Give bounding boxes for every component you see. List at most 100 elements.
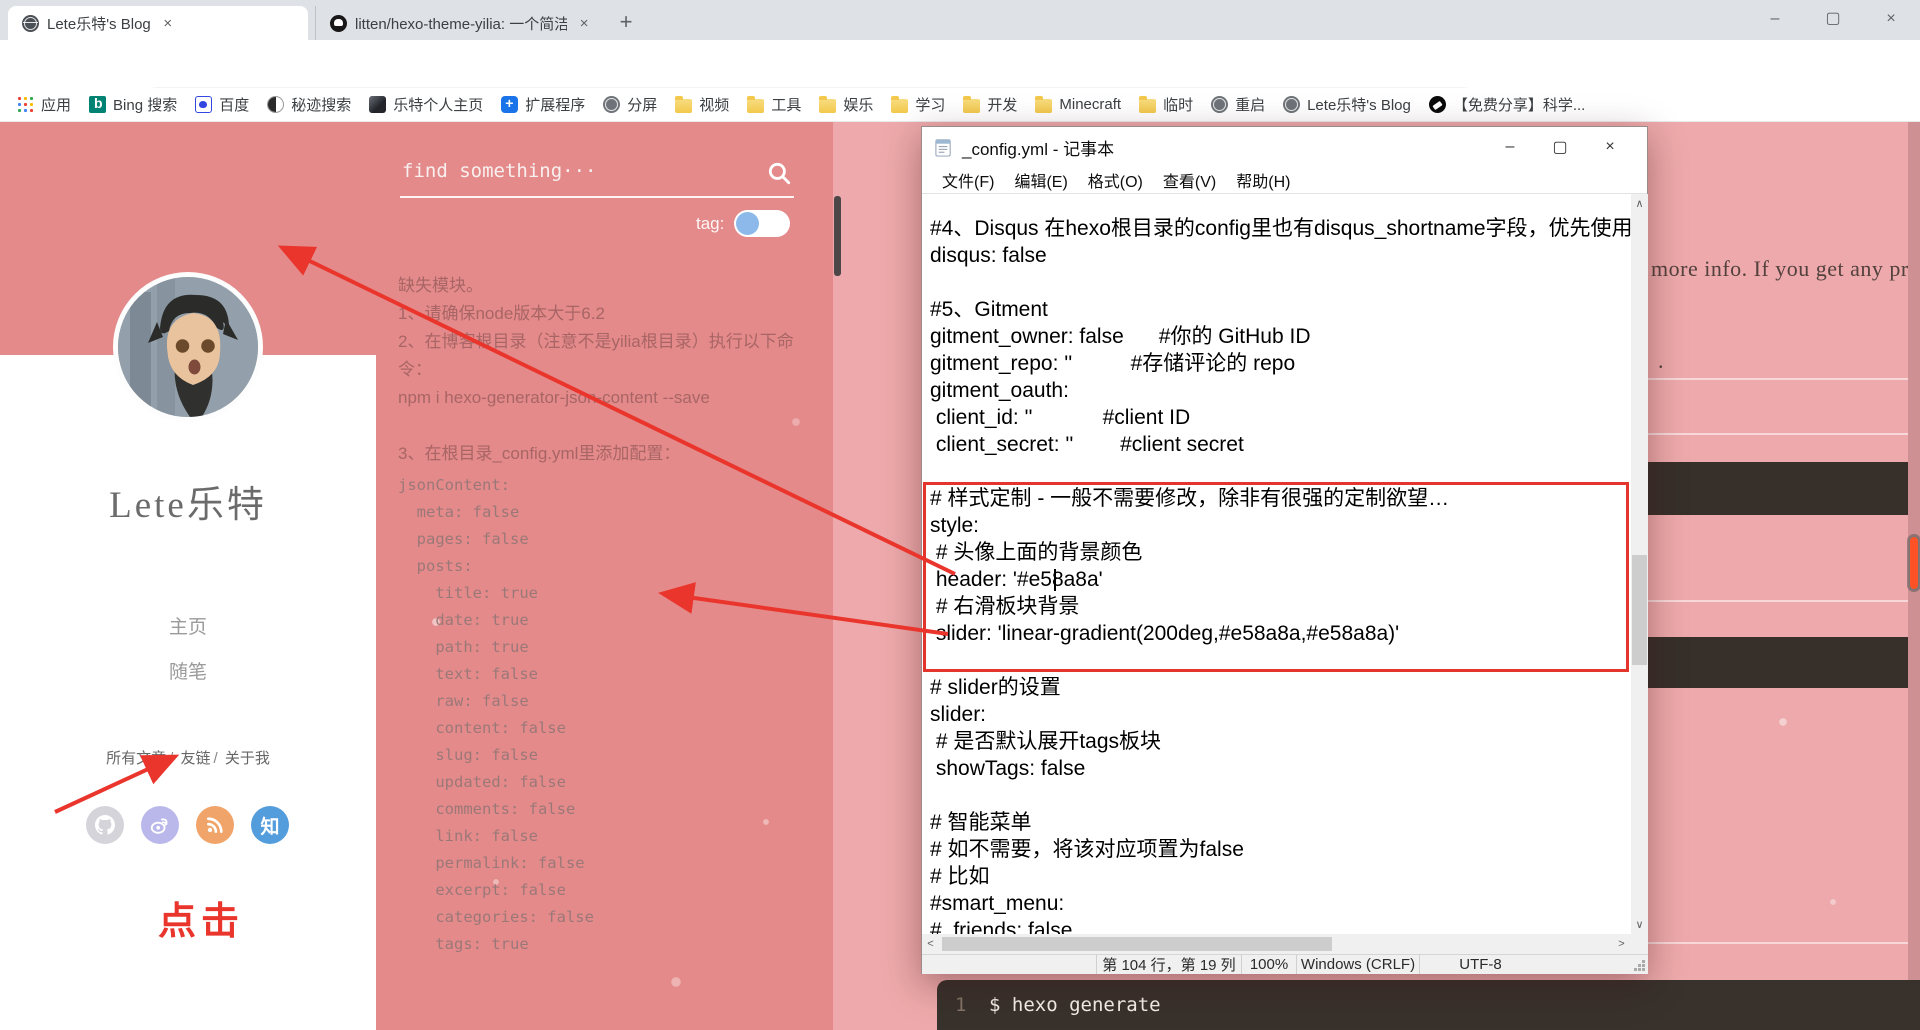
bookmark-label: 工具 — [771, 94, 801, 115]
bookmark-icon — [675, 99, 692, 113]
sidebar-links: 所有文章/ 友链/ 关于我 — [0, 747, 376, 768]
scroll-down-icon[interactable]: ∨ — [1631, 918, 1648, 931]
sidebar-nav-item[interactable]: 随笔 — [0, 657, 376, 684]
bookmark-item[interactable]: 工具 — [738, 93, 810, 117]
github-icon[interactable] — [86, 806, 124, 844]
link-separator: / — [211, 750, 221, 767]
bookmark-item[interactable]: 开发 — [954, 93, 1026, 117]
search-box[interactable]: find something··· — [400, 152, 794, 198]
tab-close-icon[interactable]: × — [575, 15, 593, 32]
tab-blog[interactable]: Lete乐特's Blog × — [8, 6, 308, 40]
bookmark-icon — [603, 96, 620, 113]
bookmark-icon — [501, 96, 518, 113]
content-divider — [1648, 433, 1908, 435]
bookmark-icon — [1283, 96, 1300, 113]
bookmark-item[interactable]: 【免费分享】科学... — [1420, 93, 1595, 117]
missing-module-notice: 缺失模块。 1、请确保node版本大于6.2 2、在博客根目录（注意不是yili… — [398, 272, 818, 468]
notepad-close-button[interactable]: × — [1585, 138, 1635, 156]
notepad-minimize-button[interactable]: – — [1485, 138, 1535, 156]
bookmark-item[interactable]: 临时 — [1130, 93, 1202, 117]
link-friends[interactable]: 友链 — [180, 750, 210, 767]
status-zoom: 100% — [1241, 955, 1296, 974]
anime-avatar-art — [118, 277, 263, 422]
bookmark-icon — [891, 99, 908, 113]
weibo-icon[interactable] — [141, 806, 179, 844]
scroll-up-icon[interactable]: ∧ — [1631, 197, 1648, 210]
bookmark-item[interactable]: 娱乐 — [810, 93, 882, 117]
status-spacer — [922, 955, 1096, 974]
bookmark-item[interactable]: 百度 — [186, 93, 258, 117]
bookmark-label: 分屏 — [627, 94, 657, 115]
sidebar-nav: 主页 随笔 — [0, 612, 376, 702]
scroll-left-icon[interactable]: < — [922, 938, 939, 950]
notepad-menu-item[interactable]: 文件(F) — [932, 168, 1004, 192]
profile-avatar-image[interactable] — [113, 272, 263, 422]
bookmark-item[interactable]: 学习 — [882, 93, 954, 117]
bookmark-item[interactable]: 应用 — [8, 93, 80, 117]
bookmark-item[interactable]: 秘迹搜索 — [258, 93, 360, 117]
screen: Lete乐特's Blog × litten/hexo-theme-yilia:… — [0, 0, 1920, 1030]
bookmark-item[interactable]: 乐特个人主页 — [360, 93, 492, 117]
bookmark-item[interactable]: 扩展程序 — [492, 93, 594, 117]
window-minimize-button[interactable]: – — [1746, 0, 1804, 40]
bookmark-label: 临时 — [1163, 94, 1193, 115]
json-content-config: jsonContent: meta: false pages: false po… — [398, 472, 594, 958]
scroll-right-icon[interactable]: > — [1613, 938, 1630, 950]
notepad-app-icon — [934, 138, 953, 157]
github-favicon-icon — [330, 15, 347, 32]
bookmark-label: 秘迹搜索 — [291, 94, 351, 115]
notepad-menu-item[interactable]: 编辑(E) — [1004, 168, 1077, 192]
globe-favicon-icon — [22, 15, 39, 32]
bookmark-item[interactable]: 分屏 — [594, 93, 666, 117]
link-separator: / — [166, 750, 176, 767]
bookmark-item[interactable]: Minecraft — [1026, 93, 1130, 117]
bookmark-label: 视频 — [699, 94, 729, 115]
bookmarks-bar: 应用 Bing 搜索 百度 秘迹搜索 乐特个人主页 — [0, 88, 1920, 122]
sidebar-nav-item[interactable]: 主页 — [0, 612, 376, 639]
tag-toggle[interactable] — [734, 210, 790, 237]
bookmark-icon — [747, 99, 764, 113]
notepad-hscroll-thumb[interactable] — [942, 937, 1332, 951]
window-close-button[interactable]: × — [1862, 0, 1920, 40]
notepad-vscroll-thumb[interactable] — [1632, 555, 1647, 665]
bookmark-icon — [195, 96, 212, 113]
tab-close-icon[interactable]: × — [159, 15, 177, 32]
terminal-command: $ hexo generate — [989, 994, 1161, 1016]
code-block-band — [1648, 462, 1908, 515]
zhihu-icon[interactable]: 知 — [251, 806, 289, 844]
bookmark-icon — [1211, 96, 1228, 113]
window-maximize-button[interactable]: ▢ — [1804, 0, 1862, 40]
bookmark-label: 开发 — [987, 94, 1017, 115]
link-all-posts[interactable]: 所有文章 — [106, 750, 166, 767]
bookmark-label: 百度 — [219, 94, 249, 115]
notepad-menu-item[interactable]: 格式(O) — [1078, 168, 1153, 192]
bookmark-label: 乐特个人主页 — [393, 94, 483, 115]
bookmark-label: Bing 搜索 — [113, 94, 177, 115]
bookmark-label: 应用 — [41, 94, 71, 115]
notepad-maximize-button[interactable]: ▢ — [1535, 137, 1585, 157]
browser-toolbar: ← → ⟳ ⓘ localhost:4000 文 ★ 1 V ✦ S ⋮ — [0, 40, 1920, 88]
new-tab-button[interactable]: + — [612, 10, 640, 36]
notepad-menu-item[interactable]: 查看(V) — [1153, 168, 1226, 192]
resize-grip[interactable] — [1541, 955, 1648, 974]
notepad-menubar: 文件(F)编辑(E)格式(O)查看(V)帮助(H) — [922, 167, 1647, 194]
rss-icon[interactable] — [196, 806, 234, 844]
bookmark-item[interactable]: 重启 — [1202, 93, 1274, 117]
bookmark-icon — [369, 96, 386, 113]
link-about-me[interactable]: 关于我 — [225, 750, 270, 767]
search-placeholder: find something··· — [402, 160, 596, 182]
bookmark-item[interactable]: Lete乐特's Blog — [1274, 93, 1420, 117]
search-icon[interactable] — [766, 160, 792, 191]
post-preview-text: more info. If you get any pr — [1651, 256, 1919, 282]
bookmark-item[interactable]: Bing 搜索 — [80, 93, 186, 117]
bookmark-label: 扩展程序 — [525, 94, 585, 115]
tab-github[interactable]: litten/hexo-theme-yilia: 一个简洁 × — [315, 6, 603, 40]
page-scrollbar-thumb[interactable] — [1909, 536, 1919, 590]
bookmark-item[interactable]: 视频 — [666, 93, 738, 117]
content-divider — [1648, 942, 1908, 944]
inner-scrollbar-fragment[interactable] — [834, 196, 841, 276]
notepad-titlebar[interactable]: _config.yml - 记事本 – ▢ × — [922, 127, 1647, 167]
profile-name: Lete乐特 — [0, 474, 376, 528]
bookmark-icon — [963, 99, 980, 113]
notepad-menu-item[interactable]: 帮助(H) — [1226, 168, 1300, 192]
